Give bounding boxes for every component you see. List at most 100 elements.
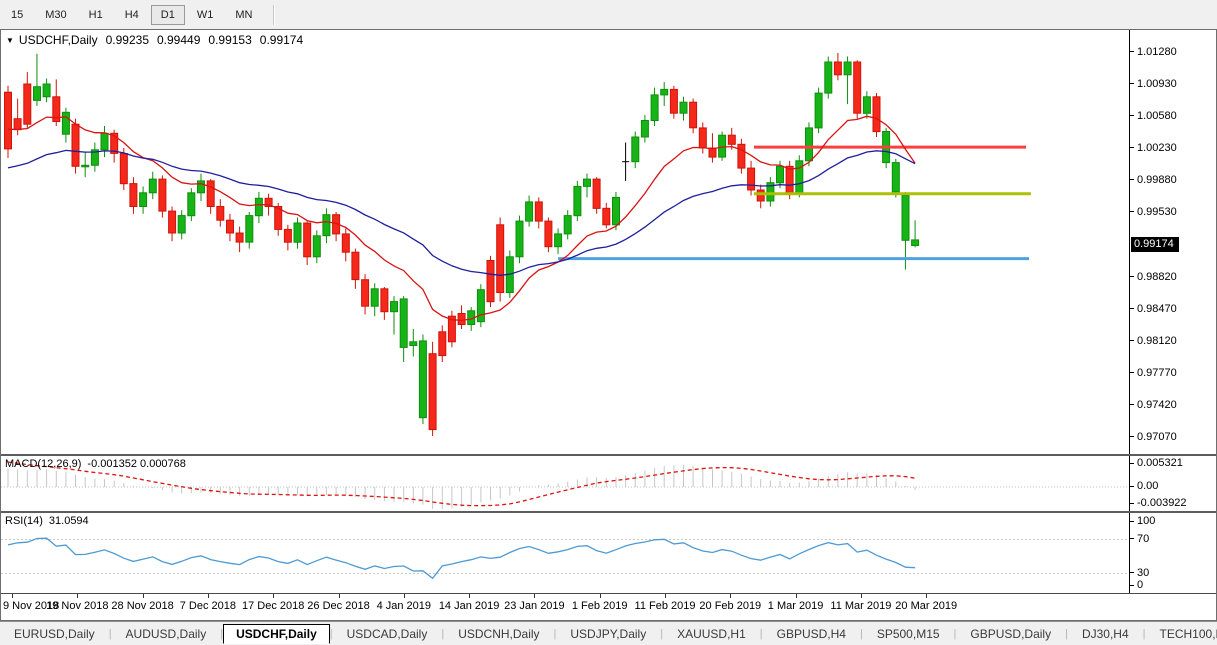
tab-eurusd-daily[interactable]: EURUSD,Daily [0, 624, 109, 644]
price-axis-label: 0.97770 [1130, 367, 1177, 379]
macd-histogram [8, 465, 915, 509]
date-axis-label: 14 Jan 2019 [439, 600, 500, 612]
tab-gbpusd-daily[interactable]: GBPUSD,Daily [956, 624, 1065, 644]
date-axis-tick [469, 594, 470, 598]
date-axis[interactable]: 9 Nov 201819 Nov 201828 Nov 20187 Dec 20… [1, 593, 1216, 620]
date-axis-label: 17 Dec 2018 [242, 600, 304, 612]
price-pane[interactable]: ▼USDCHF,Daily0.992350.994490.991530.9917… [1, 30, 1216, 454]
tab-usdjpy-daily[interactable]: USDJPY,Daily [556, 624, 660, 644]
price-axis-label: 0.97070 [1130, 431, 1177, 443]
rsi-axis[interactable]: 10070300 [1129, 513, 1216, 593]
tab-usdcnh-daily[interactable]: USDCNH,Daily [444, 624, 553, 644]
rsi-plot[interactable]: RSI(14)31.0594 [1, 513, 1129, 593]
timeframe-buttons: 15M30H1H4D1W1MN [0, 5, 263, 25]
axis-tick [1130, 276, 1134, 277]
axis-tick [1130, 503, 1134, 504]
date-axis-tick [665, 594, 666, 598]
axis-tick [1130, 340, 1134, 341]
date-axis-tick [12, 594, 13, 598]
date-axis-tick [730, 594, 731, 598]
date-axis-tick [273, 594, 274, 598]
price-axis-label: 1.00230 [1130, 142, 1177, 154]
rsi-axis-label: 30 [1130, 567, 1149, 579]
timeframe-button-w1[interactable]: W1 [187, 5, 224, 25]
trading-terminal: 15M30H1H4D1W1MN ▼USDCHF,Daily0.992350.99… [0, 0, 1217, 645]
price-axis-label: 0.98470 [1130, 303, 1177, 315]
tab-tech100-h1[interactable]: TECH100,H1 [1146, 624, 1217, 644]
price-plot[interactable]: ▼USDCHF,Daily0.992350.994490.991530.9917… [1, 30, 1129, 454]
axis-tick [1130, 147, 1134, 148]
tab-sp500-m15[interactable]: SP500,M15 [863, 624, 954, 644]
tab-audusd-daily[interactable]: AUDUSD,Daily [112, 624, 221, 644]
timeframe-button-d1[interactable]: D1 [151, 5, 185, 25]
date-axis-tick [143, 594, 144, 598]
date-axis-label: 11 Feb 2019 [635, 600, 696, 612]
rsi-line [8, 538, 915, 578]
timeframe-button-h4[interactable]: H4 [115, 5, 149, 25]
macd-axis[interactable]: 0.005321 0.00 -0.003922 [1129, 456, 1216, 511]
ohlc-high: 0.99449 [157, 33, 200, 47]
price-axis-label: 0.98120 [1130, 335, 1177, 347]
date-axis-label: 26 Dec 2018 [307, 600, 369, 612]
tab-gbpusd-h4[interactable]: GBPUSD,H4 [763, 624, 860, 644]
timeframe-toolbar: 15M30H1H4D1W1MN [0, 0, 1217, 30]
timeframe-button-15[interactable]: 15 [1, 5, 33, 25]
macd-label: MACD(12,26,9) [5, 458, 81, 470]
axis-tick [1130, 51, 1134, 52]
rsi-pane[interactable]: RSI(14)31.0594 10070300 [1, 513, 1216, 593]
trend-lines-layer [558, 147, 1031, 259]
chart-symbol-label: USDCHF,Daily [19, 33, 98, 47]
timeframe-button-m30[interactable]: M30 [35, 5, 76, 25]
tab-usdchf-daily[interactable]: USDCHF,Daily [223, 624, 330, 644]
date-axis-label: 23 Jan 2019 [504, 600, 565, 612]
axis-tick [1130, 115, 1134, 116]
tab-dj30-h4[interactable]: DJ30,H4 [1068, 624, 1143, 644]
date-axis-label: 19 Nov 2018 [46, 600, 108, 612]
date-axis-label: 4 Jan 2019 [377, 600, 431, 612]
tab-xauusd-h1[interactable]: XAUUSD,H1 [663, 624, 760, 644]
axis-tick [1130, 308, 1134, 309]
date-axis-tick [926, 594, 927, 598]
timeframe-button-mn[interactable]: MN [225, 5, 262, 25]
date-axis-tick [77, 594, 78, 598]
axis-tick [1130, 585, 1134, 586]
date-axis-tick [861, 594, 862, 598]
date-axis-label: 1 Feb 2019 [572, 600, 628, 612]
chevron-down-icon[interactable]: ▼ [6, 36, 14, 45]
axis-tick [1130, 463, 1134, 464]
macd-title: MACD(12,26,9)-0.001352 0.000768 [5, 458, 186, 470]
current-price-tag: 0.99174 [1131, 237, 1179, 252]
date-axis-label: 20 Mar 2019 [895, 600, 957, 612]
axis-tick [1130, 404, 1134, 405]
price-axis-label: 1.01280 [1130, 46, 1177, 58]
rsi-axis-label: 70 [1130, 533, 1149, 545]
ohlc-low: 0.99153 [208, 33, 251, 47]
axis-tick [1130, 521, 1134, 522]
tab-usdcad-daily[interactable]: USDCAD,Daily [333, 624, 442, 644]
macd-axis-label: 0.00 [1130, 480, 1158, 492]
date-axis-tick [339, 594, 340, 598]
axis-tick [1130, 572, 1134, 573]
timeframe-button-h1[interactable]: H1 [79, 5, 113, 25]
price-axis[interactable]: 0.99174 1.012801.009301.005801.002300.99… [1129, 30, 1216, 454]
macd-axis-label: -0.003922 [1130, 497, 1187, 509]
axis-tick [1130, 372, 1134, 373]
rsi-label: RSI(14) [5, 515, 43, 527]
chart-window: ▼USDCHF,Daily0.992350.994490.991530.9917… [0, 29, 1217, 621]
ohlc-close: 0.99174 [260, 33, 303, 47]
rsi-axis-label: 0 [1130, 579, 1143, 591]
chart-tab-bar: EURUSD,Daily|AUDUSD,Daily|USDCHF,Daily|U… [0, 621, 1217, 645]
macd-plot[interactable]: MACD(12,26,9)-0.001352 0.000768 [1, 456, 1129, 511]
toolbar-separator [273, 5, 275, 25]
macd-axis-label: 0.005321 [1130, 457, 1183, 469]
rsi-chart[interactable] [1, 513, 1129, 593]
rsi-title: RSI(14)31.0594 [5, 515, 89, 527]
price-axis-label: 1.00930 [1130, 78, 1177, 90]
axis-tick [1130, 486, 1134, 487]
date-axis-tick [208, 594, 209, 598]
candlestick-chart[interactable] [1, 30, 1129, 454]
date-axis-tick [404, 594, 405, 598]
price-axis-label: 0.98820 [1130, 271, 1177, 283]
date-axis-label: 7 Dec 2018 [180, 600, 236, 612]
macd-pane[interactable]: MACD(12,26,9)-0.001352 0.000768 0.005321… [1, 456, 1216, 511]
